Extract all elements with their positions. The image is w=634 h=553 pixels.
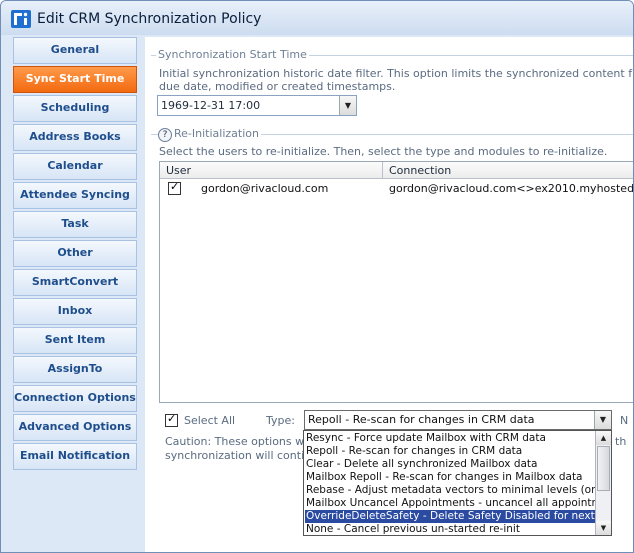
- sidebar-item-general[interactable]: General: [13, 37, 137, 64]
- reinit-description: Select the users to re-initialize. Then,…: [159, 145, 608, 158]
- riva-app-icon: [11, 10, 31, 28]
- row-checkbox[interactable]: ✓: [168, 180, 181, 195]
- select-all-label[interactable]: Select All: [184, 414, 235, 427]
- sidebar-item-other[interactable]: Other: [13, 240, 137, 267]
- sidebar-item-task[interactable]: Task: [13, 211, 137, 238]
- row-user: gordon@rivacloud.com: [201, 182, 329, 195]
- caution-text-1-end: th: [615, 435, 627, 448]
- sidebar-item-attendee-syncing[interactable]: Attendee Syncing: [13, 182, 137, 209]
- dropdown-option[interactable]: None - Cancel previous un-started re-ini…: [305, 523, 596, 535]
- sync-start-group-title: Synchronization Start Time: [156, 48, 309, 61]
- sidebar-item-sync-start-time[interactable]: Sync Start Time: [13, 66, 137, 93]
- reinit-type-select[interactable]: Repoll - Re-scan for changes in CRM data…: [304, 410, 612, 430]
- table-header: User Connection: [160, 162, 633, 179]
- sidebar-item-smartconvert[interactable]: SmartConvert: [13, 269, 137, 296]
- help-icon[interactable]: ?: [158, 128, 172, 142]
- dropdown-option[interactable]: Mailbox Uncancel Appointments - uncancel…: [305, 497, 596, 510]
- check-icon: ✓: [170, 180, 180, 193]
- check-icon: ✓: [167, 412, 177, 425]
- dropdown-option[interactable]: Resync - Force update Mailbox with CRM d…: [305, 432, 596, 445]
- title-bar[interactable]: Edit CRM Synchronization Policy: [1, 1, 633, 35]
- truncated-label: N: [620, 414, 629, 427]
- type-label: Type:: [266, 414, 295, 427]
- sidebar-item-advanced-options[interactable]: Advanced Options: [13, 414, 137, 441]
- dialog-window: Edit CRM Synchronization Policy General …: [0, 0, 634, 553]
- start-date-picker[interactable]: 1969-12-31 17:00 ▼: [157, 95, 357, 116]
- dropdown-option-selected[interactable]: OverrideDeleteSafety - Delete Safety Dis…: [305, 510, 596, 523]
- window-title: Edit CRM Synchronization Policy: [37, 11, 262, 27]
- sync-start-description-2: due date, modified or created timestamps…: [159, 80, 396, 93]
- sidebar-item-scheduling[interactable]: Scheduling: [13, 95, 137, 122]
- table-row[interactable]: ✓ gordon@rivacloud.com gordon@rivacloud.…: [160, 180, 634, 198]
- chevron-down-icon[interactable]: ▼: [594, 411, 611, 429]
- settings-panel: Synchronization Start Time Initial synch…: [145, 37, 633, 552]
- sidebar-item-address-books[interactable]: Address Books: [13, 124, 137, 151]
- caution-text-2: synchronization will continue: [165, 449, 325, 462]
- reinit-group-title: Re-Initialization: [172, 127, 261, 140]
- scroll-up-icon[interactable]: ▲: [596, 431, 611, 445]
- select-all-checkbox[interactable]: ✓: [165, 412, 178, 427]
- column-divider[interactable]: [382, 162, 383, 178]
- dropdown-option[interactable]: Mailbox Repoll - Re-scan for changes in …: [305, 471, 596, 484]
- reinit-type-dropdown-list[interactable]: Resync - Force update Mailbox with CRM d…: [303, 430, 612, 536]
- row-connection: gordon@rivacloud.com<>ex2010.myhostedser…: [389, 182, 634, 195]
- column-header-user[interactable]: User: [166, 164, 191, 177]
- sidebar-item-assignto[interactable]: AssignTo: [13, 356, 137, 383]
- start-date-value: 1969-12-31 17:00: [161, 99, 261, 112]
- dropdown-option[interactable]: Rebase - Adjust metadata vectors to mini…: [305, 484, 596, 497]
- sidebar-item-calendar[interactable]: Calendar: [13, 153, 137, 180]
- dropdown-option[interactable]: Clear - Delete all synchronized Mailbox …: [305, 458, 596, 471]
- scrollbar-thumb[interactable]: [597, 446, 610, 491]
- users-table: User Connection ✓ gordon@rivacloud.com g…: [159, 161, 634, 403]
- sidebar-nav: General Sync Start Time Scheduling Addre…: [13, 37, 137, 472]
- sidebar-item-sent-item[interactable]: Sent Item: [13, 327, 137, 354]
- sidebar-item-email-notification[interactable]: Email Notification: [13, 443, 137, 470]
- sidebar-item-inbox[interactable]: Inbox: [13, 298, 137, 325]
- scroll-down-icon[interactable]: ▼: [596, 521, 611, 535]
- dropdown-option[interactable]: Repoll - Re-scan for changes in CRM data: [305, 445, 596, 458]
- dropdown-scrollbar[interactable]: ▲ ▼: [595, 431, 611, 535]
- sync-start-description-1: Initial synchronization historic date fi…: [159, 67, 633, 80]
- column-header-connection[interactable]: Connection: [389, 164, 451, 177]
- sidebar-item-connection-options[interactable]: Connection Options: [13, 385, 137, 412]
- caution-text-1: Caution: These options will c: [165, 435, 323, 448]
- chevron-down-icon[interactable]: ▼: [339, 96, 356, 115]
- reinit-type-value: Repoll - Re-scan for changes in CRM data: [308, 413, 535, 426]
